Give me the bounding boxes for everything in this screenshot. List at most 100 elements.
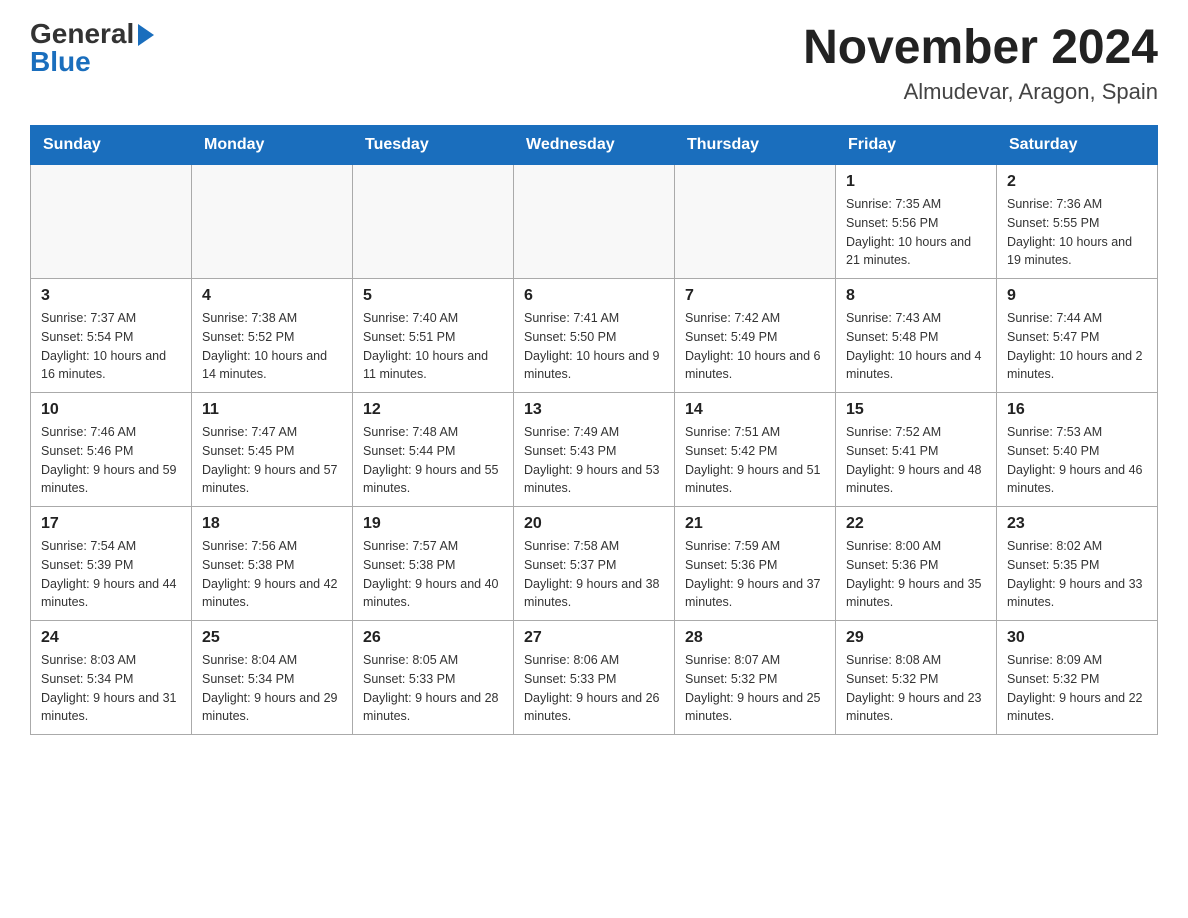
day-info: Sunrise: 7:36 AMSunset: 5:55 PMDaylight:…	[1007, 195, 1147, 270]
calendar-cell: 10Sunrise: 7:46 AMSunset: 5:46 PMDayligh…	[31, 393, 192, 507]
week-row-4: 17 Sunrise: 7:54 AMSunset: 5:39 PMDayligh…	[31, 507, 1158, 621]
day-info: Sunrise: 8:00 AMSunset: 5:36 PMDaylight:…	[846, 537, 986, 612]
calendar-cell: 22 Sunrise: 8:00 AMSunset: 5:36 PMDayligh…	[836, 507, 997, 621]
calendar-cell: 5 Sunrise: 7:40 AMSunset: 5:51 PMDaylight…	[353, 279, 514, 393]
calendar-cell: 14 Sunrise: 7:51 AMSunset: 5:42 PMDayligh…	[675, 393, 836, 507]
day-number: 5	[363, 287, 503, 305]
calendar-cell: 25Sunrise: 8:04 AMSunset: 5:34 PMDayligh…	[192, 621, 353, 735]
calendar-cell: 30 Sunrise: 8:09 AMSunset: 5:32 PMDayligh…	[997, 621, 1158, 735]
weekday-header-wednesday: Wednesday	[514, 126, 675, 165]
logo-general-text: General	[30, 20, 134, 48]
calendar-cell: 21Sunrise: 7:59 AMSunset: 5:36 PMDayligh…	[675, 507, 836, 621]
day-info: Sunrise: 7:35 AMSunset: 5:56 PMDaylight:…	[846, 195, 986, 270]
day-info: Sunrise: 7:58 AMSunset: 5:37 PMDaylight:…	[524, 537, 664, 612]
day-number: 16	[1007, 401, 1147, 419]
week-row-1: 1 Sunrise: 7:35 AMSunset: 5:56 PMDaylight…	[31, 165, 1158, 279]
day-info: Sunrise: 8:02 AMSunset: 5:35 PMDaylight:…	[1007, 537, 1147, 612]
day-number: 25	[202, 629, 342, 647]
day-number: 7	[685, 287, 825, 305]
day-number: 4	[202, 287, 342, 305]
day-info: Sunrise: 7:48 AMSunset: 5:44 PMDaylight:…	[363, 423, 503, 498]
calendar-cell: 12 Sunrise: 7:48 AMSunset: 5:44 PMDayligh…	[353, 393, 514, 507]
calendar-cell: 20 Sunrise: 7:58 AMSunset: 5:37 PMDayligh…	[514, 507, 675, 621]
calendar-cell: 23 Sunrise: 8:02 AMSunset: 5:35 PMDayligh…	[997, 507, 1158, 621]
day-number: 24	[41, 629, 181, 647]
day-info: Sunrise: 7:38 AMSunset: 5:52 PMDaylight:…	[202, 309, 342, 384]
day-info: Sunrise: 8:08 AMSunset: 5:32 PMDaylight:…	[846, 651, 986, 726]
weekday-header-monday: Monday	[192, 126, 353, 165]
calendar-cell: 27 Sunrise: 8:06 AMSunset: 5:33 PMDayligh…	[514, 621, 675, 735]
calendar-cell	[675, 165, 836, 279]
day-number: 2	[1007, 173, 1147, 191]
weekday-header-friday: Friday	[836, 126, 997, 165]
weekday-header-saturday: Saturday	[997, 126, 1158, 165]
day-number: 9	[1007, 287, 1147, 305]
day-info: Sunrise: 8:09 AMSunset: 5:32 PMDaylight:…	[1007, 651, 1147, 726]
day-number: 19	[363, 515, 503, 533]
day-number: 23	[1007, 515, 1147, 533]
calendar-cell: 13 Sunrise: 7:49 AMSunset: 5:43 PMDayligh…	[514, 393, 675, 507]
day-info: Sunrise: 7:46 AMSunset: 5:46 PMDaylight:…	[41, 423, 181, 498]
calendar-cell: 24 Sunrise: 8:03 AMSunset: 5:34 PMDayligh…	[31, 621, 192, 735]
calendar-cell: 2 Sunrise: 7:36 AMSunset: 5:55 PMDaylight…	[997, 165, 1158, 279]
day-number: 29	[846, 629, 986, 647]
calendar-cell: 9 Sunrise: 7:44 AMSunset: 5:47 PMDaylight…	[997, 279, 1158, 393]
calendar-cell: 4 Sunrise: 7:38 AMSunset: 5:52 PMDaylight…	[192, 279, 353, 393]
day-info: Sunrise: 8:06 AMSunset: 5:33 PMDaylight:…	[524, 651, 664, 726]
calendar-cell	[514, 165, 675, 279]
day-number: 20	[524, 515, 664, 533]
day-number: 11	[202, 401, 342, 419]
location-title: Almudevar, Aragon, Spain	[803, 79, 1158, 105]
day-number: 13	[524, 401, 664, 419]
day-info: Sunrise: 7:43 AMSunset: 5:48 PMDaylight:…	[846, 309, 986, 384]
day-number: 27	[524, 629, 664, 647]
day-number: 30	[1007, 629, 1147, 647]
week-row-3: 10Sunrise: 7:46 AMSunset: 5:46 PMDayligh…	[31, 393, 1158, 507]
weekday-header-sunday: Sunday	[31, 126, 192, 165]
calendar-cell	[192, 165, 353, 279]
calendar-cell: 8Sunrise: 7:43 AMSunset: 5:48 PMDaylight…	[836, 279, 997, 393]
title-block: November 2024 Almudevar, Aragon, Spain	[803, 20, 1158, 105]
page-header: General Blue November 2024 Almudevar, Ar…	[30, 20, 1158, 105]
weekday-header-thursday: Thursday	[675, 126, 836, 165]
day-info: Sunrise: 8:07 AMSunset: 5:32 PMDaylight:…	[685, 651, 825, 726]
day-number: 17	[41, 515, 181, 533]
week-row-5: 24 Sunrise: 8:03 AMSunset: 5:34 PMDayligh…	[31, 621, 1158, 735]
calendar-cell: 15 Sunrise: 7:52 AMSunset: 5:41 PMDayligh…	[836, 393, 997, 507]
calendar-cell: 16 Sunrise: 7:53 AMSunset: 5:40 PMDayligh…	[997, 393, 1158, 507]
calendar-table: SundayMondayTuesdayWednesdayThursdayFrid…	[30, 125, 1158, 735]
day-info: Sunrise: 7:37 AMSunset: 5:54 PMDaylight:…	[41, 309, 181, 384]
day-info: Sunrise: 7:54 AMSunset: 5:39 PMDaylight:…	[41, 537, 181, 612]
day-info: Sunrise: 7:57 AMSunset: 5:38 PMDaylight:…	[363, 537, 503, 612]
day-number: 12	[363, 401, 503, 419]
week-row-2: 3 Sunrise: 7:37 AMSunset: 5:54 PMDaylight…	[31, 279, 1158, 393]
weekday-header-tuesday: Tuesday	[353, 126, 514, 165]
day-number: 21	[685, 515, 825, 533]
day-info: Sunrise: 7:42 AMSunset: 5:49 PMDaylight:…	[685, 309, 825, 384]
day-info: Sunrise: 7:44 AMSunset: 5:47 PMDaylight:…	[1007, 309, 1147, 384]
day-info: Sunrise: 8:05 AMSunset: 5:33 PMDaylight:…	[363, 651, 503, 726]
logo: General Blue	[30, 20, 154, 76]
day-number: 1	[846, 173, 986, 191]
day-number: 18	[202, 515, 342, 533]
day-info: Sunrise: 7:53 AMSunset: 5:40 PMDaylight:…	[1007, 423, 1147, 498]
calendar-cell	[31, 165, 192, 279]
day-info: Sunrise: 7:52 AMSunset: 5:41 PMDaylight:…	[846, 423, 986, 498]
day-number: 6	[524, 287, 664, 305]
day-number: 3	[41, 287, 181, 305]
logo-blue-text: Blue	[30, 48, 91, 76]
day-info: Sunrise: 7:49 AMSunset: 5:43 PMDaylight:…	[524, 423, 664, 498]
calendar-cell	[353, 165, 514, 279]
day-number: 28	[685, 629, 825, 647]
day-info: Sunrise: 7:51 AMSunset: 5:42 PMDaylight:…	[685, 423, 825, 498]
calendar-cell: 3 Sunrise: 7:37 AMSunset: 5:54 PMDaylight…	[31, 279, 192, 393]
day-info: Sunrise: 7:40 AMSunset: 5:51 PMDaylight:…	[363, 309, 503, 384]
calendar-cell: 11Sunrise: 7:47 AMSunset: 5:45 PMDayligh…	[192, 393, 353, 507]
calendar-cell: 29 Sunrise: 8:08 AMSunset: 5:32 PMDayligh…	[836, 621, 997, 735]
day-number: 14	[685, 401, 825, 419]
day-info: Sunrise: 8:03 AMSunset: 5:34 PMDaylight:…	[41, 651, 181, 726]
calendar-cell: 1 Sunrise: 7:35 AMSunset: 5:56 PMDaylight…	[836, 165, 997, 279]
day-number: 15	[846, 401, 986, 419]
day-number: 22	[846, 515, 986, 533]
calendar-cell: 7 Sunrise: 7:42 AMSunset: 5:49 PMDaylight…	[675, 279, 836, 393]
